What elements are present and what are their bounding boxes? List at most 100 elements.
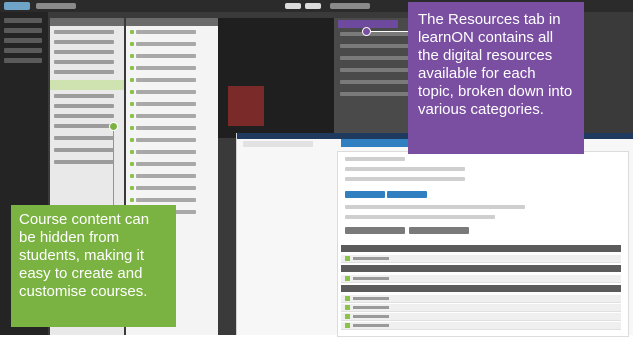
content-pointer-dot <box>109 122 118 131</box>
form-button[interactable] <box>387 191 427 198</box>
visibility-toggle[interactable] <box>345 256 350 261</box>
toolbar-status <box>330 3 370 9</box>
table-header <box>341 265 621 272</box>
nav-item[interactable] <box>4 58 42 63</box>
resources-pointer-line <box>366 31 410 32</box>
subtopic-item[interactable] <box>136 54 196 58</box>
table-header <box>341 245 621 252</box>
visibility-toggle[interactable] <box>345 314 350 319</box>
topic-item[interactable] <box>54 124 114 128</box>
subtopic-item[interactable] <box>136 126 196 130</box>
row-label <box>353 306 389 309</box>
visibility-toggle[interactable] <box>345 323 350 328</box>
subtopic-item[interactable] <box>136 102 196 106</box>
table-row[interactable] <box>341 255 621 263</box>
form-button[interactable] <box>345 227 405 234</box>
table-row[interactable] <box>341 295 621 303</box>
nav-item[interactable] <box>4 18 42 23</box>
topic-item[interactable] <box>54 104 114 108</box>
row-label <box>353 257 389 260</box>
topic-item[interactable] <box>54 40 114 44</box>
visibility-toggle[interactable] <box>130 162 134 166</box>
table-row[interactable] <box>341 275 621 283</box>
course-content-callout: Course content can be hidden from studen… <box>11 205 176 327</box>
topic-item-selected[interactable] <box>50 80 124 90</box>
subtopic-item[interactable] <box>136 66 196 70</box>
row-label <box>353 324 389 327</box>
form-field[interactable] <box>345 177 465 181</box>
resource-item[interactable] <box>340 32 410 36</box>
visibility-toggle[interactable] <box>130 90 134 94</box>
table-row[interactable] <box>341 313 621 321</box>
visibility-toggle[interactable] <box>130 198 134 202</box>
resources-callout: The Resources tab in learnON contains al… <box>408 2 584 154</box>
foreground-screenshot <box>236 133 633 337</box>
subtopic-item[interactable] <box>136 138 196 142</box>
nav-item[interactable] <box>4 38 42 43</box>
subtopic-item[interactable] <box>136 42 196 46</box>
form-field[interactable] <box>345 167 465 171</box>
visibility-toggle[interactable] <box>345 305 350 310</box>
visibility-toggle[interactable] <box>345 276 350 281</box>
visibility-toggle[interactable] <box>130 114 134 118</box>
subtopic-item[interactable] <box>136 90 196 94</box>
resource-item[interactable] <box>340 80 410 84</box>
topic-item[interactable] <box>54 94 114 98</box>
toolbar-button[interactable] <box>285 3 301 9</box>
subtopic-item[interactable] <box>136 162 196 166</box>
table-row[interactable] <box>341 322 621 330</box>
form-field[interactable] <box>345 205 525 209</box>
form-field[interactable] <box>345 215 495 219</box>
side-menu-item[interactable] <box>243 141 313 147</box>
toolbar-button[interactable] <box>305 3 321 9</box>
subtopic-item[interactable] <box>136 186 196 190</box>
subtopic-item[interactable] <box>136 198 196 202</box>
row-label <box>353 277 389 280</box>
topic-item[interactable] <box>54 114 114 118</box>
resource-item[interactable] <box>340 68 410 72</box>
row-label <box>353 315 389 318</box>
visibility-toggle[interactable] <box>130 174 134 178</box>
visibility-toggle[interactable] <box>130 138 134 142</box>
resource-item[interactable] <box>340 92 410 96</box>
topic-item[interactable] <box>54 60 114 64</box>
resource-item[interactable] <box>340 44 410 48</box>
nav-item[interactable] <box>4 48 42 53</box>
form-label <box>345 157 405 161</box>
visibility-toggle[interactable] <box>130 150 134 154</box>
subtopic-item[interactable] <box>136 114 196 118</box>
form-button[interactable] <box>345 191 385 198</box>
visibility-toggle[interactable] <box>130 42 134 46</box>
visibility-toggle[interactable] <box>130 186 134 190</box>
row-label <box>353 297 389 300</box>
breadcrumb <box>36 3 76 9</box>
visibility-toggle[interactable] <box>130 126 134 130</box>
subtopic-item[interactable] <box>136 30 196 34</box>
visibility-toggle[interactable] <box>130 78 134 82</box>
visibility-toggle[interactable] <box>130 54 134 58</box>
topic-item[interactable] <box>54 30 114 34</box>
form-button[interactable] <box>409 227 469 234</box>
subtopic-item[interactable] <box>136 174 196 178</box>
resources-pointer-dot <box>362 27 371 36</box>
nav-item[interactable] <box>4 28 42 33</box>
topic-item[interactable] <box>54 70 114 74</box>
topic-item[interactable] <box>54 148 114 152</box>
topic-item[interactable] <box>54 160 114 164</box>
column-header <box>126 18 218 26</box>
preview-image <box>228 86 264 126</box>
subtopic-item[interactable] <box>136 150 196 154</box>
resource-item[interactable] <box>340 56 410 60</box>
visibility-toggle[interactable] <box>345 296 350 301</box>
subtopic-item[interactable] <box>136 78 196 82</box>
topic-item[interactable] <box>54 50 114 54</box>
content-pointer-line <box>113 128 114 206</box>
app-logo <box>4 2 30 10</box>
visibility-toggle[interactable] <box>130 30 134 34</box>
column-header <box>50 18 124 26</box>
topic-item[interactable] <box>54 136 114 140</box>
table-header <box>341 285 621 292</box>
table-row[interactable] <box>341 304 621 312</box>
visibility-toggle[interactable] <box>130 66 134 70</box>
visibility-toggle[interactable] <box>130 102 134 106</box>
